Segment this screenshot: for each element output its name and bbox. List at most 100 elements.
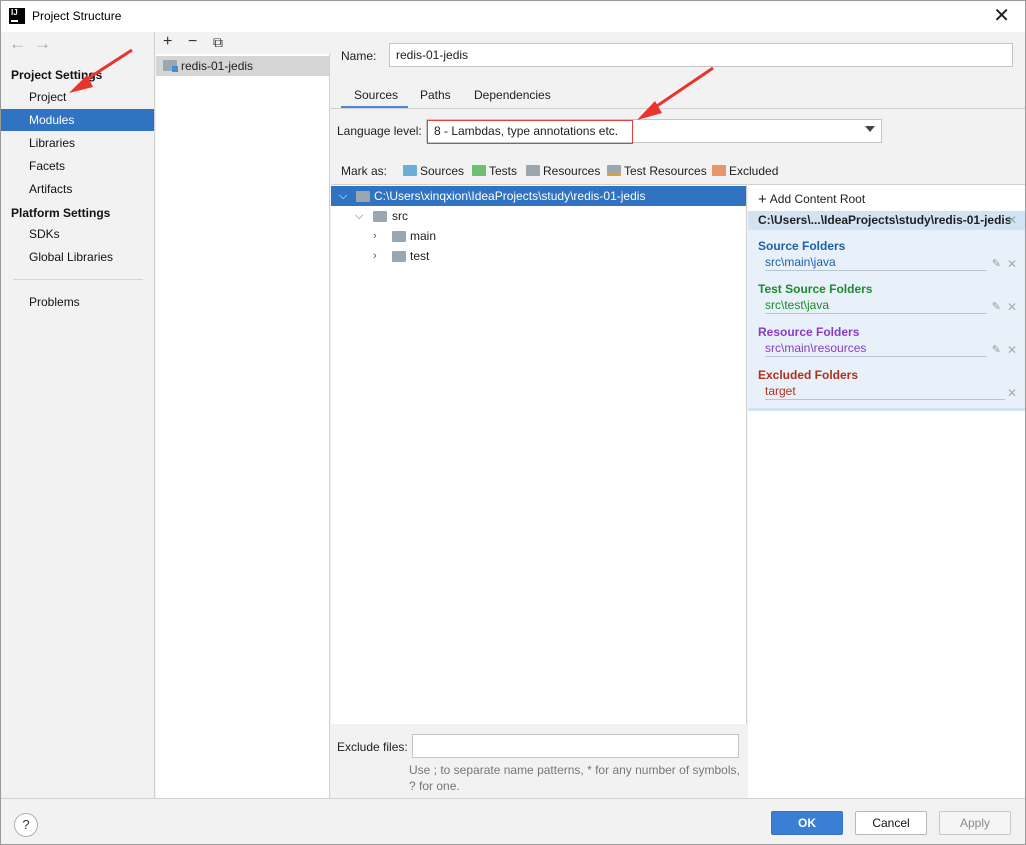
pencil-icon[interactable]: ✎ — [992, 300, 1001, 313]
sources-folder-icon — [403, 165, 417, 176]
chevron-down-icon[interactable]: ⌵ — [339, 186, 347, 206]
sidebar-item-facets[interactable]: Facets — [1, 155, 154, 177]
tree-row-test[interactable]: › test — [331, 246, 746, 266]
source-folders-heading: Source Folders — [758, 239, 846, 253]
tree-main-label: main — [410, 229, 437, 243]
tree-row-main[interactable]: › main — [331, 226, 746, 246]
mark-excluded-button[interactable]: Excluded — [712, 164, 778, 178]
chevron-down-icon — [865, 126, 875, 132]
copy-icon[interactable]: ⧉ — [213, 34, 223, 51]
source-folder-path[interactable]: src\main\java — [765, 255, 987, 271]
excluded-folder-icon — [712, 165, 726, 176]
module-tabs: Sources Paths Dependencies — [331, 84, 1025, 108]
pencil-icon[interactable]: ✎ — [992, 257, 1001, 270]
test-source-folder-path[interactable]: src\test\java — [765, 298, 987, 314]
mark-test-resources-button[interactable]: Test Resources — [607, 164, 707, 178]
tab-sources[interactable]: Sources — [354, 88, 398, 102]
content-root-tree: ⌵ C:\Users\xinqxion\IdeaProjects\study\r… — [331, 184, 747, 724]
section-project-settings: Project Settings — [11, 68, 103, 82]
sidebar-item-modules[interactable]: Modules — [1, 109, 154, 131]
chevron-right-icon[interactable]: › — [373, 246, 377, 266]
module-toolbar: + − ⧉ — [156, 32, 330, 54]
content-root-path-label: C:\Users\...\IdeaProjects\study\redis-01… — [758, 213, 1012, 227]
content-root-block: C:\Users\...\IdeaProjects\study\redis-01… — [748, 211, 1025, 411]
pencil-icon[interactable]: ✎ — [992, 343, 1001, 356]
resource-folder-path[interactable]: src\main\resources — [765, 341, 987, 357]
remove-icon[interactable]: − — [188, 33, 197, 51]
content-root-path: C:\Users\...\IdeaProjects\study\redis-01… — [748, 211, 1025, 230]
sidebar-item-global-libraries[interactable]: Global Libraries — [1, 246, 154, 268]
mark-tests-label: Tests — [489, 164, 518, 178]
chevron-right-icon[interactable]: › — [373, 226, 377, 246]
module-folder-icon — [163, 60, 178, 72]
add-icon[interactable]: + — [163, 33, 172, 51]
folder-icon — [392, 251, 406, 262]
mark-sources-button[interactable]: Sources — [403, 164, 464, 178]
sidebar-item-artifacts[interactable]: Artifacts — [1, 178, 154, 200]
tree-row-root[interactable]: ⌵ C:\Users\xinqxion\IdeaProjects\study\r… — [331, 186, 746, 206]
sidebar-divider — [13, 279, 143, 280]
exclude-files-label: Exclude files: — [337, 740, 408, 754]
tree-row-src[interactable]: ⌵ src — [331, 206, 746, 226]
tree-root-label: C:\Users\xinqxion\IdeaProjects\study\red… — [374, 189, 646, 203]
module-settings-panel: Name: redis-01-jedis Sources Paths Depen… — [331, 32, 1025, 798]
sidebar-item-libraries[interactable]: Libraries — [1, 132, 154, 154]
module-name: redis-01-jedis — [181, 59, 254, 73]
exclude-files-hint: Use ; to separate name patterns, * for a… — [409, 763, 740, 793]
module-list-panel: + − ⧉ redis-01-jedis — [156, 32, 330, 798]
mark-tests-button[interactable]: Tests — [472, 164, 517, 178]
folder-icon — [356, 191, 370, 202]
mark-excluded-label: Excluded — [729, 164, 779, 178]
plus-icon: + — [758, 191, 767, 208]
cancel-button[interactable]: Cancel — [855, 811, 927, 835]
window-title: Project Structure — [32, 9, 122, 23]
module-name-field[interactable]: redis-01-jedis — [389, 43, 1013, 67]
close-icon[interactable]: ✕ — [1007, 386, 1017, 400]
nav-history: ← → — [9, 34, 59, 54]
back-arrow-icon[interactable]: ← — [9, 34, 26, 53]
close-icon[interactable]: ✕ — [993, 6, 1010, 26]
chevron-down-icon[interactable]: ⌵ — [355, 206, 363, 226]
tree-test-label: test — [410, 249, 430, 263]
exclude-files-field[interactable] — [412, 734, 739, 758]
test-source-folders-heading: Test Source Folders — [758, 282, 873, 296]
language-level-label: Language level: — [337, 124, 422, 138]
section-platform-settings: Platform Settings — [11, 206, 111, 220]
sidebar-item-problems[interactable]: Problems — [1, 291, 154, 313]
sidebar-item-project[interactable]: Project — [1, 86, 154, 108]
mark-sources-label: Sources — [420, 164, 465, 178]
add-content-root-button[interactable]: + Add Content Root — [758, 191, 865, 208]
tree-src-label: src — [392, 209, 408, 223]
settings-sidebar: ← → Project Settings Project Modules Libr… — [1, 32, 155, 798]
content-root-panel: + Add Content Root C:\Users\...\IdeaProje… — [748, 184, 1025, 798]
excluded-folders-heading: Excluded Folders — [758, 368, 859, 382]
close-icon[interactable]: ✕ — [1007, 300, 1017, 314]
resource-folders-heading: Resource Folders — [758, 325, 860, 339]
dialog-footer: ? OK Cancel Apply — [1, 798, 1025, 844]
forward-arrow-icon[interactable]: → — [34, 34, 51, 53]
project-structure-dialog: IJ Project Structure ✕ ← → Project Settin… — [0, 0, 1026, 845]
mark-test-resources-label: Test Resources — [624, 164, 707, 178]
intellij-logo-icon: IJ — [9, 8, 25, 24]
ok-button[interactable]: OK — [771, 811, 843, 835]
mark-resources-button[interactable]: Resources — [526, 164, 600, 178]
resources-folder-icon — [526, 165, 540, 176]
close-icon[interactable]: ✕ — [1007, 257, 1017, 271]
test-resources-folder-icon — [607, 165, 621, 176]
folder-icon — [392, 231, 406, 242]
help-button[interactable]: ? — [14, 813, 38, 837]
folder-icon — [373, 211, 387, 222]
sidebar-item-sdks[interactable]: SDKs — [1, 223, 154, 245]
title-bar: IJ Project Structure ✕ — [1, 1, 1025, 32]
tab-paths[interactable]: Paths — [420, 88, 451, 102]
name-label: Name: — [341, 49, 377, 63]
mark-as-label: Mark as: — [341, 164, 388, 178]
remove-root-icon[interactable]: ✕ — [1007, 211, 1017, 230]
excluded-folder-path[interactable]: target — [765, 384, 1005, 400]
add-content-root-label: Add Content Root — [769, 192, 866, 206]
close-icon[interactable]: ✕ — [1007, 343, 1017, 357]
apply-button[interactable]: Apply — [939, 811, 1011, 835]
tests-folder-icon — [472, 165, 486, 176]
tab-dependencies[interactable]: Dependencies — [474, 88, 551, 102]
list-item-module[interactable]: redis-01-jedis — [156, 56, 329, 76]
